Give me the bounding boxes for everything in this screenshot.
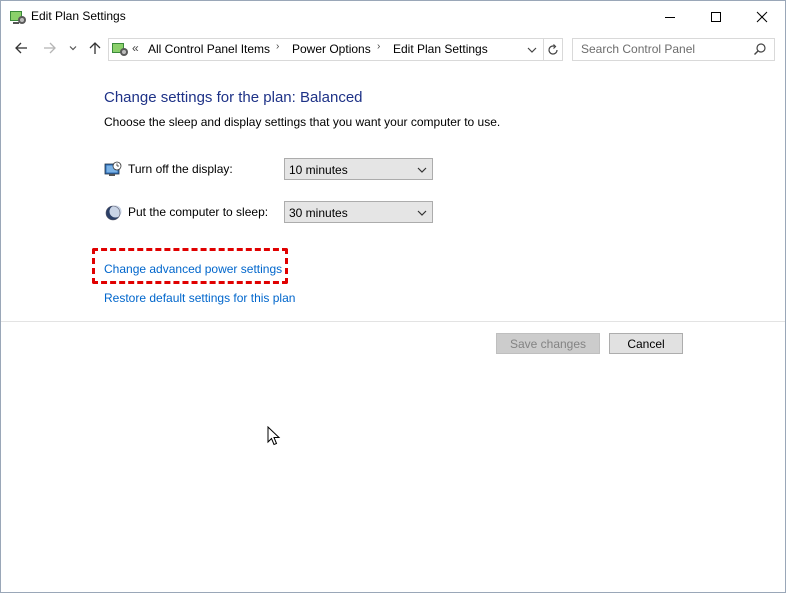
change-advanced-power-settings-link[interactable]: Change advanced power settings [104,262,282,276]
restore-default-settings-link[interactable]: Restore default settings for this plan [104,291,295,305]
address-divider [543,39,544,60]
footer-divider [1,321,785,322]
forward-arrow-icon [44,42,56,54]
display-timeout-value: 10 minutes [289,163,348,177]
close-button[interactable] [739,1,785,32]
address-dropdown-button[interactable] [523,40,541,59]
close-icon [756,11,768,22]
sleep-timeout-value: 30 minutes [289,206,348,220]
refresh-icon [548,43,558,55]
title-bar[interactable]: Edit Plan Settings [1,1,785,32]
display-timeout-select[interactable]: 10 minutes [284,158,433,180]
minimize-button[interactable] [647,1,693,32]
display-timeout-label: Turn off the display: [128,162,233,176]
monitor-clock-icon [104,161,122,179]
recent-locations-button[interactable] [67,39,79,57]
maximize-button[interactable] [693,1,739,32]
minimize-icon [665,16,675,18]
save-changes-button[interactable]: Save changes [496,333,600,354]
back-button[interactable] [12,39,30,57]
maximize-icon [711,11,721,22]
forward-button[interactable] [41,39,59,57]
chevron-down-icon [69,46,77,51]
breadcrumb-edit-plan-settings[interactable]: Edit Plan Settings [393,42,488,56]
chevron-down-icon [417,210,427,216]
address-bar[interactable]: « All Control Panel Items › Power Option… [108,38,563,61]
search-input[interactable]: Search Control Panel [572,38,775,61]
breadcrumb-separator[interactable]: › [377,41,380,52]
chevron-down-icon [527,47,537,53]
search-placeholder: Search Control Panel [581,42,696,56]
page-title: Change settings for the plan: Balanced [104,89,363,106]
breadcrumb-all-control-panel-items[interactable]: All Control Panel Items [148,42,270,56]
power-options-icon [9,8,27,26]
edit-plan-settings-window: Edit Plan Settings « All Control Panel I… [0,0,786,593]
mouse-pointer-icon [267,426,281,446]
refresh-button[interactable] [545,40,561,59]
breadcrumb-separator[interactable]: › [276,41,279,52]
window-title: Edit Plan Settings [31,9,126,23]
page-description: Choose the sleep and display settings th… [104,115,501,129]
power-options-icon [111,40,129,58]
breadcrumb-overflow[interactable]: « [132,41,139,55]
sleep-timeout-label: Put the computer to sleep: [128,205,269,219]
up-arrow-icon [89,42,101,54]
moon-icon [104,204,122,222]
back-arrow-icon [15,42,27,54]
sleep-timeout-select[interactable]: 30 minutes [284,201,433,223]
breadcrumb-power-options[interactable]: Power Options [292,42,371,56]
navigation-bar: « All Control Panel Items › Power Option… [1,32,785,65]
search-icon[interactable] [753,42,767,56]
chevron-down-icon [417,167,427,173]
up-button[interactable] [86,39,104,57]
cancel-button[interactable]: Cancel [609,333,683,354]
